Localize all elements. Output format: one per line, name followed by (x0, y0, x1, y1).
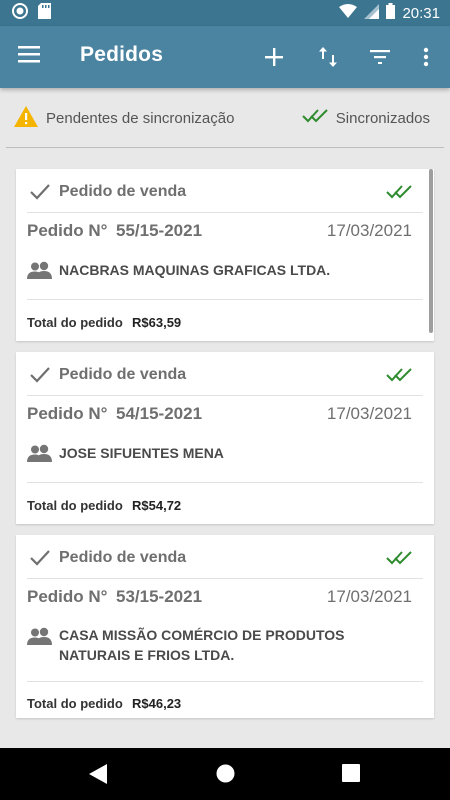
total-label: Total do pedido (27, 315, 123, 330)
add-icon[interactable] (259, 42, 289, 72)
pending-sync-label: Pendentes de sincronização (46, 109, 235, 127)
card-divider (27, 578, 423, 579)
check-icon (30, 184, 50, 205)
client-group-icon (27, 627, 53, 650)
card-divider (27, 395, 423, 396)
check-icon (30, 550, 50, 571)
client-name: CASA MISSÃO COMÉRCIO DE PRODUTOS NATURAI… (59, 627, 345, 663)
order-number-label: Pedido N° (27, 587, 108, 606)
order-date: 17/03/2021 (326, 221, 412, 240)
order-number: 55/15-2021 (116, 221, 203, 240)
order-card[interactable]: Pedido de venda Pedido N° 55/15-2021 17/… (16, 169, 434, 341)
clock-time: 20:31 (402, 4, 440, 22)
sync-filter-bar: Pendentes de sincronização Sincronizados (0, 88, 450, 148)
battery-icon (386, 3, 396, 23)
order-card[interactable]: Pedido de venda Pedido N° 53/15-2021 17/… (16, 535, 434, 718)
card-divider (27, 212, 423, 213)
synced-filter[interactable]: Sincronizados (302, 109, 430, 127)
page-title: Pedidos (80, 43, 164, 66)
synced-check-icon (386, 368, 412, 387)
synced-check-icon (386, 551, 412, 570)
system-nav-bar (0, 748, 450, 800)
order-number: 53/15-2021 (116, 587, 203, 606)
order-card[interactable]: Pedido de venda Pedido N° 54/15-2021 17/… (16, 352, 434, 524)
pending-sync-filter[interactable]: Pendentes de sincronização (14, 105, 235, 131)
check-icon (30, 367, 50, 388)
sort-icon[interactable] (313, 42, 343, 72)
order-type: Pedido de venda (59, 549, 187, 566)
client-name: JOSE SIFUENTES MENA (59, 445, 224, 461)
total-label: Total do pedido (27, 696, 123, 711)
sd-card-icon (38, 2, 51, 24)
synced-label: Sincronizados (335, 109, 430, 127)
more-icon[interactable] (411, 42, 441, 72)
recents-icon[interactable] (342, 764, 360, 787)
signal-icon (364, 3, 380, 23)
order-date: 17/03/2021 (326, 587, 412, 606)
app-bar: Pedidos (0, 26, 450, 88)
scrollbar[interactable] (429, 169, 433, 333)
warning-icon (14, 105, 38, 131)
divider (6, 147, 444, 148)
client-group-icon (27, 261, 53, 284)
synced-check-icon (386, 185, 412, 204)
client-group-icon (27, 444, 53, 467)
order-type: Pedido de venda (59, 183, 187, 200)
order-date: 17/03/2021 (326, 404, 412, 423)
order-number-label: Pedido N° (27, 221, 108, 240)
order-number-label: Pedido N° (27, 404, 108, 423)
card-divider (27, 482, 423, 483)
total-value: R$46,23 (132, 696, 182, 711)
total-label: Total do pedido (27, 498, 123, 513)
total-value: R$54,72 (132, 498, 182, 513)
wifi-icon (339, 4, 358, 22)
card-divider (27, 299, 423, 300)
card-divider (27, 681, 423, 682)
client-name: NACBRAS MAQUINAS GRAFICAS LTDA. (59, 262, 331, 278)
order-number: 54/15-2021 (116, 404, 203, 423)
record-icon (12, 2, 28, 24)
back-icon[interactable] (89, 764, 107, 789)
menu-icon[interactable] (18, 45, 44, 69)
filter-icon[interactable] (365, 42, 395, 72)
total-value: R$63,59 (132, 315, 182, 330)
status-bar: 20:31 (0, 0, 450, 26)
home-icon[interactable] (216, 764, 235, 788)
order-type: Pedido de venda (59, 366, 187, 383)
double-check-icon (302, 109, 328, 127)
